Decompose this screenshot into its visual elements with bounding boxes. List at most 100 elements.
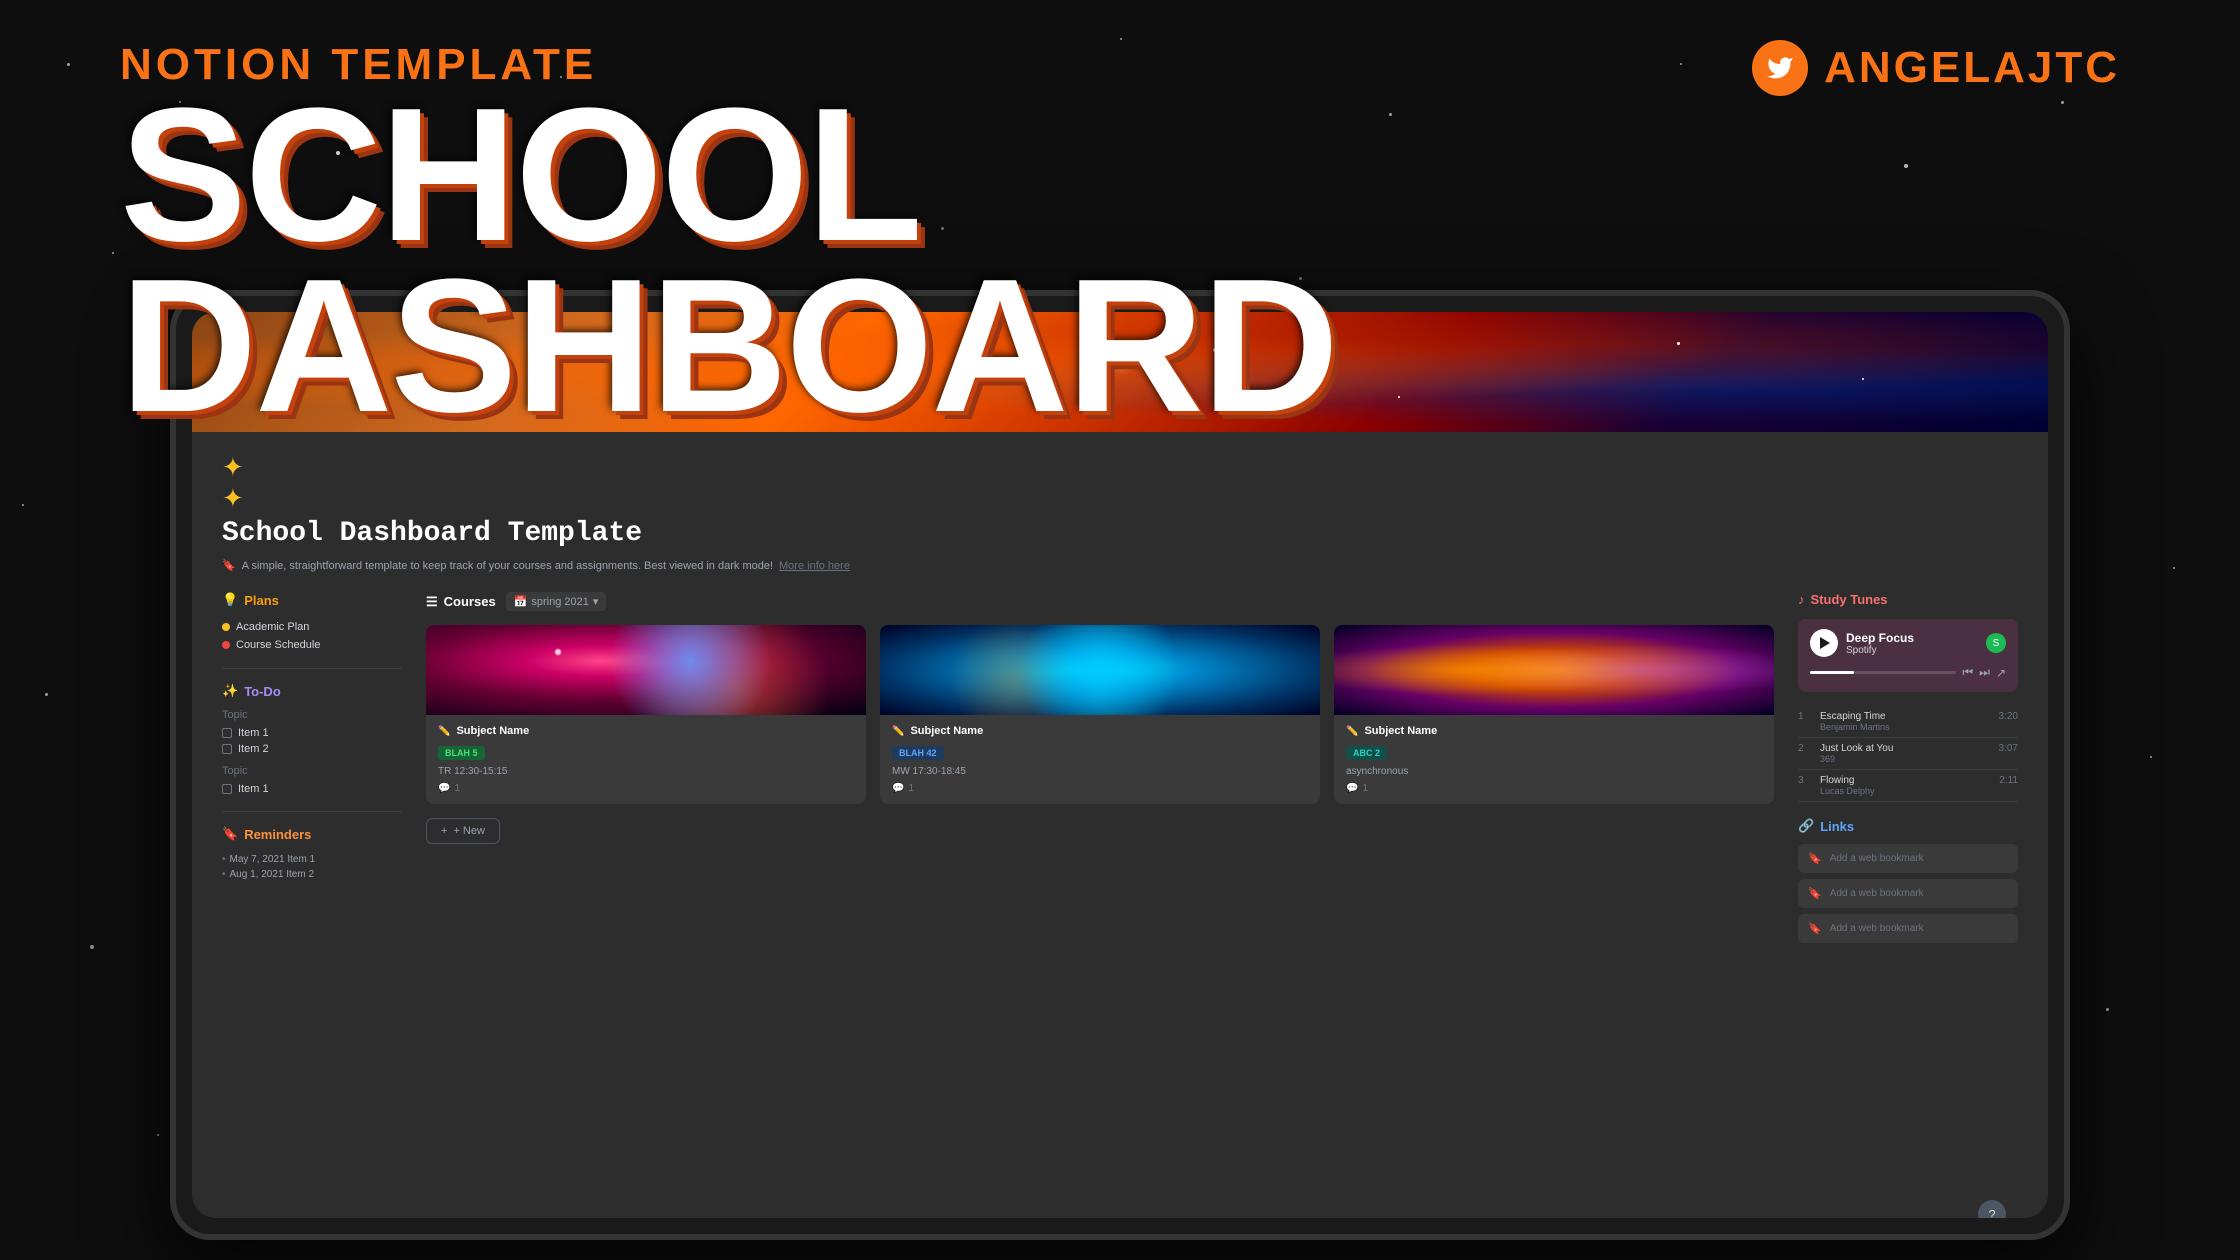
more-info-link[interactable]: More info here [779,560,850,572]
course-card-3[interactable]: ✏️ Subject Name ABC 2 asynchronous 💬 1 [1334,625,1774,804]
help-badge[interactable]: ? [1978,1200,2006,1218]
courses-icon: ☰ [426,594,438,610]
comment-icon-2: 💬 [892,783,904,794]
course-comment-2: 💬 1 [892,783,1308,794]
middle-column: ☰ Courses 📅 spring 2021 ▾ [426,592,1774,1218]
todo-item-1-2[interactable]: Item 2 [222,741,402,757]
bookmark-item-3[interactable]: 🔖 Add a web bookmark [1798,914,2018,943]
courses-filter[interactable]: 📅 spring 2021 ▾ [506,592,607,611]
divider-1 [222,668,402,669]
track-info-1: Escaping Time Benjamin Martins [1820,711,1991,732]
bookmark-item-1[interactable]: 🔖 Add a web bookmark [1798,844,2018,873]
left-column: 💡 Plans Academic Plan Course Schedule [222,592,402,1218]
subtitle-icon: 🔖 [222,559,236,572]
course-name-row-1: ✏️ Subject Name [438,725,854,737]
play-button[interactable] [1810,629,1838,657]
track-item-1[interactable]: 1 Escaping Time Benjamin Martins 3:20 [1798,706,2018,738]
course-schedule-1: TR 12:30-15:15 [438,766,854,777]
reminder-bullet-2: • [222,869,226,880]
new-button-label: + New [453,825,485,837]
player-app: Spotify [1846,645,1914,656]
todo-label: To-Do [244,684,281,699]
course-card-1[interactable]: ✏️ Subject Name BLAH 5 TR 12:30-15:15 💬 … [426,625,866,804]
bookmark-label-2: Add a web bookmark [1830,888,1924,899]
course-schedule-2: MW 17:30-18:45 [892,766,1308,777]
track-duration-3: 2:11 [1999,775,2018,786]
bookmark-label-3: Add a web bookmark [1830,923,1924,934]
course-tag-2: BLAH 42 [892,746,944,760]
course-thumb-2 [880,625,1320,715]
page-title: SCHOOL DASHBOARD [120,90,2120,432]
plan-item-course[interactable]: Course Schedule [222,636,402,654]
track-artist-1: Benjamin Martins [1820,722,1991,732]
checkbox-2-1[interactable] [222,784,232,794]
filter-label: spring 2021 [531,596,589,608]
study-tunes-heading: ♪ Study Tunes [1798,592,2018,607]
track-num-1: 1 [1798,711,1812,722]
comment-icon-3: 💬 [1346,783,1358,794]
help-label: ? [1988,1207,1995,1219]
course-info-1: ✏️ Subject Name BLAH 5 TR 12:30-15:15 💬 … [426,715,866,804]
track-info-3: Flowing Lucas Delphy [1820,775,1991,796]
plans-icon: 💡 [222,592,238,608]
links-section-heading: 🔗 Links [1798,818,2018,834]
track-list: 1 Escaping Time Benjamin Martins 3:20 2 … [1798,706,2018,802]
track-item-3[interactable]: 3 Flowing Lucas Delphy 2:11 [1798,770,2018,802]
checkbox-1-2[interactable] [222,744,232,754]
reminders-icon: 🔖 [222,826,238,842]
notion-content-area: ✦✦ School Dashboard Template 🔖 A simple,… [192,432,2048,1218]
page-subtitle: 🔖 A simple, straightforward template to … [222,559,2018,572]
player-controls: ⏮ ⏭ ↗ [1962,665,2006,680]
player-title-area: Deep Focus Spotify [1810,629,1914,657]
todo-item-1-1[interactable]: Item 1 [222,725,402,741]
track-artist-3: Lucas Delphy [1820,786,1991,796]
comment-count-2: 1 [908,783,914,794]
plan-item-course-label: Course Schedule [236,639,320,651]
course-comment-1: 💬 1 [438,783,854,794]
spotify-icon: S [1986,633,2006,653]
plan-dot-red [222,641,230,649]
course-thumb-1 [426,625,866,715]
course-info-3: ✏️ Subject Name ABC 2 asynchronous 💬 1 [1334,715,1774,804]
player-info: Deep Focus Spotify [1846,631,1914,656]
divider-2 [222,811,402,812]
bookmark-icon-1: 🔖 [1808,852,1822,865]
comment-icon-1: 💬 [438,783,450,794]
bookmark-icon-2: 🔖 [1808,887,1822,900]
checkbox-1-1[interactable] [222,728,232,738]
course-name-3: Subject Name [1364,725,1437,737]
share-icon[interactable]: ↗ [1996,666,2006,680]
new-button-icon: + [441,825,447,837]
prev-icon[interactable]: ⏮ [1962,665,1973,680]
study-tunes-label: Study Tunes [1811,592,1888,607]
plan-item-academic[interactable]: Academic Plan [222,618,402,636]
edit-icon-1: ✏️ [438,726,450,737]
next-icon[interactable]: ⏭ [1979,665,1990,680]
links-label: Links [1820,819,1854,834]
links-icon: 🔗 [1798,818,1814,834]
courses-title: ☰ Courses [426,594,496,610]
track-name-3: Flowing [1820,775,1991,786]
edit-icon-2: ✏️ [892,726,904,737]
course-name-2: Subject Name [910,725,983,737]
track-duration-1: 3:20 [1999,711,2018,722]
bookmark-label-1: Add a web bookmark [1830,853,1924,864]
track-artist-2: 369 [1820,754,1991,764]
dashboard-title: School Dashboard Template [222,518,2018,549]
todo-icon: ✨ [222,683,238,699]
track-item-2[interactable]: 2 Just Look at You 369 3:07 [1798,738,2018,770]
bookmark-item-2[interactable]: 🔖 Add a web bookmark [1798,879,2018,908]
player-name: Deep Focus [1846,631,1914,645]
play-triangle-icon [1820,637,1830,649]
three-column-layout: 💡 Plans Academic Plan Course Schedule [222,592,2018,1218]
reminder-bullet-1: • [222,854,226,865]
header-area: NOTION TEMPLATE SCHOOL DASHBOARD [0,40,2240,432]
course-card-2[interactable]: ✏️ Subject Name BLAH 42 MW 17:30-18:45 💬… [880,625,1320,804]
new-course-button[interactable]: + + New [426,818,500,844]
track-name-2: Just Look at You [1820,743,1991,754]
track-num-3: 3 [1798,775,1812,786]
courses-header: ☰ Courses 📅 spring 2021 ▾ [426,592,1774,611]
courses-grid: ✏️ Subject Name BLAH 5 TR 12:30-15:15 💬 … [426,625,1774,804]
topic-2-label: Topic [222,765,402,777]
todo-item-2-1[interactable]: Item 1 [222,781,402,797]
